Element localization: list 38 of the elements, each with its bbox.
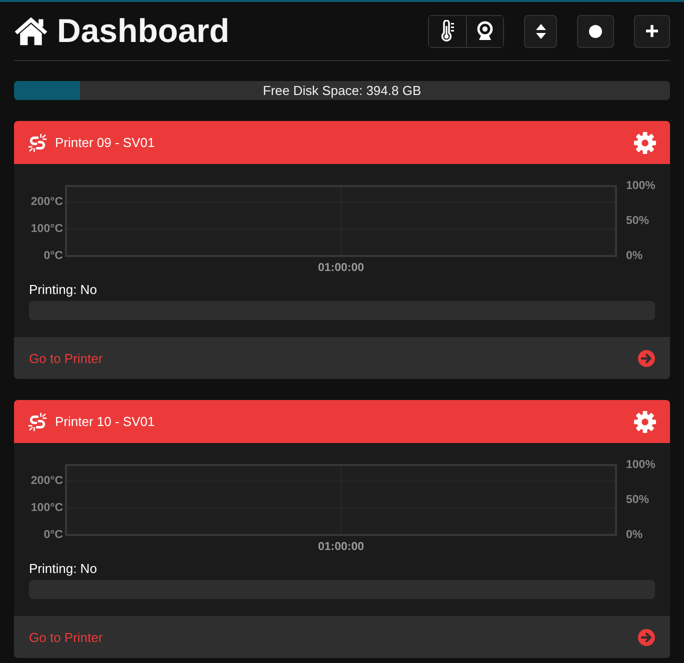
arrow-circle-icon[interactable]	[638, 628, 655, 646]
axis-label: 100%	[626, 180, 656, 192]
plus-icon	[646, 25, 658, 37]
axis-label: 0°C	[44, 250, 63, 262]
settings-button[interactable]	[634, 132, 656, 154]
home-icon	[14, 15, 48, 47]
record-button[interactable]	[577, 14, 614, 48]
go-to-printer-link[interactable]: Go to Printer	[29, 350, 103, 366]
axis-label: 100%	[626, 459, 656, 471]
settings-button[interactable]	[634, 410, 656, 432]
add-button[interactable]	[634, 14, 670, 48]
printer-name: Printer 09 - SV01	[55, 135, 155, 150]
axis-label: 100°C	[30, 223, 63, 235]
webcam-button[interactable]	[466, 16, 503, 46]
axis-label: 0%	[626, 250, 643, 262]
axis-label: 50%	[626, 215, 650, 227]
axis-label: 01:00:00	[318, 262, 364, 274]
printer-name: Printer 10 - SV01	[55, 414, 155, 429]
axis-label: 0%	[626, 529, 643, 541]
sort-button[interactable]	[524, 14, 557, 48]
axis-label: 01:00:00	[318, 541, 364, 553]
axis-label: 200°C	[30, 475, 63, 487]
webcam-icon	[477, 21, 493, 40]
axis-label: 50%	[626, 494, 650, 506]
axis-label: 200°C	[30, 196, 63, 208]
sort-icon	[536, 24, 546, 38]
axis-label: 0°C	[44, 529, 63, 541]
arrow-circle-icon[interactable]	[638, 350, 655, 366]
go-to-printer-link[interactable]: Go to Printer	[29, 630, 103, 644]
disk-space-label: Free Disk Space: 394.8 GB	[262, 83, 422, 98]
printing-status: Printing: No	[29, 282, 98, 297]
circle-icon	[589, 24, 602, 38]
broken-link-icon	[28, 412, 47, 431]
printing-status: Printing: No	[29, 561, 98, 576]
broken-link-icon	[28, 133, 47, 152]
page-title: Dashboard	[57, 11, 230, 51]
thermometer-icon	[440, 20, 454, 42]
axis-label: 100°C	[30, 502, 63, 514]
